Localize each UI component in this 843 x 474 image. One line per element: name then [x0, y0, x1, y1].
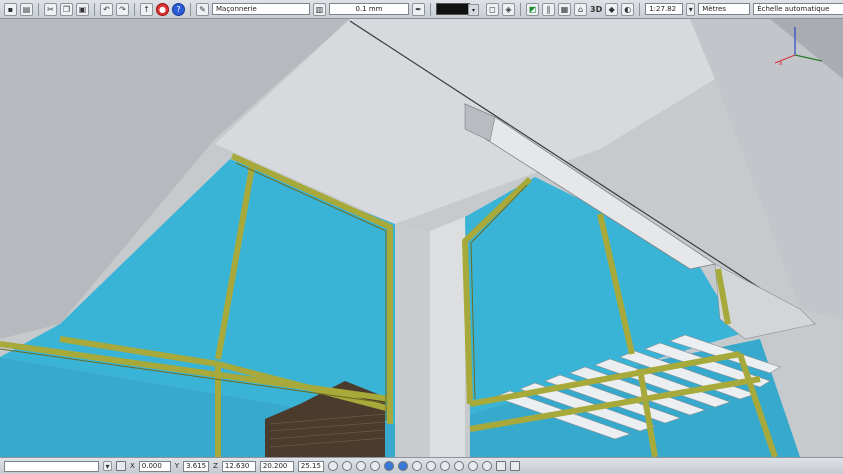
undo-icon[interactable]: ↶: [100, 2, 113, 16]
snap-midpoint-icon[interactable]: [341, 461, 352, 471]
z-coord-value: 12.630: [224, 462, 250, 470]
3d-viewport[interactable]: x: [0, 19, 843, 457]
scale-field[interactable]: 1:27.82: [645, 3, 684, 15]
z-coord-field[interactable]: 12.630: [221, 460, 256, 472]
copy-icon[interactable]: ❐: [60, 2, 73, 16]
snap-surface-icon[interactable]: [467, 461, 478, 471]
render-icon[interactable]: ◐: [621, 2, 635, 16]
save-icon[interactable]: ▪: [4, 2, 17, 16]
snap-icon[interactable]: [116, 461, 126, 471]
cut-icon[interactable]: ✂: [44, 2, 57, 16]
x-coord-field[interactable]: 0.000: [138, 460, 171, 472]
status-bar: ▾ X 0.000 Y 3.615 Z 12.630 20.200 25.15: [0, 457, 843, 474]
center-column: [395, 224, 430, 457]
grid-icon[interactable]: ▦: [558, 2, 571, 16]
cad-application-window: ▪ ▤ ✂ ❐ ▣ ↶ ↷ ↑ ● ? ✎ Maçonnerie ▥ 0.1 m…: [0, 0, 843, 474]
lineweight-select[interactable]: 0.1 mm: [329, 3, 409, 15]
layer-settings-icon[interactable]: ▥: [313, 2, 326, 16]
redo-icon[interactable]: ↷: [116, 2, 129, 16]
toolbar-separator: [520, 2, 521, 16]
viewport-scene: x: [0, 19, 843, 457]
x-axis-label: x: [779, 60, 783, 67]
layer-select-value: Maçonnerie: [216, 5, 257, 13]
x-coord-value: 0.000: [141, 462, 162, 470]
help-icon[interactable]: ?: [172, 2, 185, 16]
chevron-down-icon[interactable]: ▾: [103, 461, 112, 471]
center-column-side: [430, 217, 465, 457]
chevron-down-icon[interactable]: ▾: [686, 2, 696, 16]
lineweight-select-value: 0.1 mm: [355, 5, 383, 13]
x-coord-label: X: [130, 462, 135, 470]
angle-value: 25.15: [300, 462, 321, 470]
stop-icon[interactable]: ●: [156, 2, 169, 16]
snap-edge-icon[interactable]: [453, 461, 464, 471]
up-arrow-icon[interactable]: ↑: [140, 2, 153, 16]
toolbar-separator: [430, 2, 431, 16]
right-roof-plane: [690, 19, 843, 319]
brush-icon[interactable]: ✎: [196, 2, 209, 16]
chevron-down-icon[interactable]: ▾: [468, 4, 479, 16]
pause-icon[interactable]: ∥: [542, 2, 555, 16]
y-coord-field[interactable]: 3.615: [183, 460, 210, 472]
snap-nearest-icon[interactable]: [439, 461, 450, 471]
snap-angle-icon[interactable]: [397, 461, 408, 471]
fill-icon[interactable]: ◻: [486, 2, 499, 16]
snap-center-icon[interactable]: [355, 461, 366, 471]
units-select-value: Mètres: [702, 5, 726, 13]
length-value: 20.200: [262, 462, 288, 470]
snap-tangent-icon[interactable]: [425, 461, 436, 471]
house-icon[interactable]: ⌂: [574, 2, 587, 16]
snap-intersection-icon[interactable]: [369, 461, 380, 471]
auto-scale-select-value: Échelle automatique: [757, 5, 830, 13]
cube-icon[interactable]: ◆: [605, 2, 619, 16]
snap-perpendicular-icon[interactable]: [411, 461, 422, 471]
scale-field-value: 1:27.82: [649, 5, 677, 13]
length-field[interactable]: 20.200: [259, 460, 294, 472]
snap-settings-icon[interactable]: [495, 461, 506, 471]
ortho-icon[interactable]: [509, 461, 520, 471]
z-coord-label: Z: [213, 462, 218, 470]
main-toolbar: ▪ ▤ ✂ ❐ ▣ ↶ ↷ ↑ ● ? ✎ Maçonnerie ▥ 0.1 m…: [0, 0, 843, 19]
units-select[interactable]: Mètres: [698, 3, 751, 15]
pen-icon[interactable]: ✒: [412, 2, 425, 16]
snap-point-icon[interactable]: [327, 461, 338, 471]
y-coord-value: 3.615: [186, 462, 207, 470]
view-3d-label[interactable]: 3D: [590, 5, 602, 14]
paste-icon[interactable]: ▣: [76, 2, 89, 16]
auto-scale-select[interactable]: Échelle automatique: [753, 3, 843, 15]
print-icon[interactable]: ▤: [20, 2, 33, 16]
chart-icon[interactable]: ◩: [526, 2, 539, 16]
y-coord-label: Y: [174, 462, 180, 470]
color-select[interactable]: ▾: [436, 3, 479, 16]
toolbar-separator: [639, 2, 641, 16]
toolbar-separator: [38, 2, 39, 16]
toolbar-separator: [134, 2, 135, 16]
snap-grid-icon[interactable]: [383, 461, 394, 471]
toolbar-separator: [94, 2, 95, 16]
toolbar-separator: [190, 2, 191, 16]
layer-select[interactable]: Maçonnerie: [212, 3, 310, 15]
snap-parallel-icon[interactable]: [481, 461, 492, 471]
command-select[interactable]: [4, 460, 99, 472]
fill-bucket-icon[interactable]: ◈: [502, 2, 515, 16]
angle-field[interactable]: 25.15: [297, 460, 324, 472]
